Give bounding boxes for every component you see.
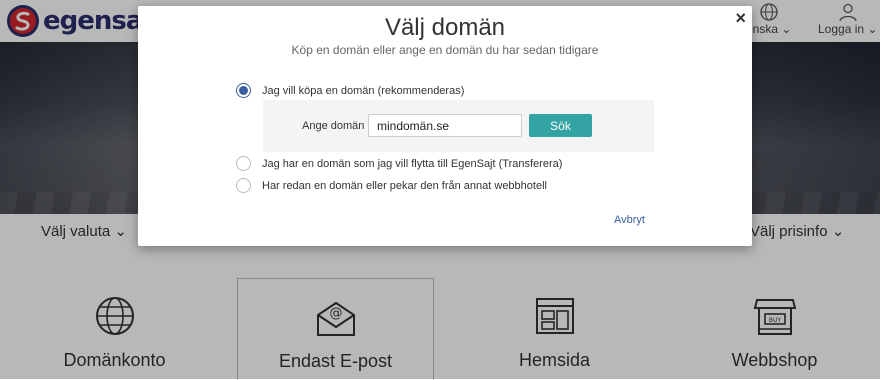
- cancel-link[interactable]: Avbryt: [614, 214, 645, 226]
- radio-existing-domain[interactable]: [236, 178, 251, 193]
- radio-transfer-domain[interactable]: [236, 156, 251, 171]
- option-buy-domain[interactable]: Jag vill köpa en domän (rekommenderas): [236, 83, 464, 98]
- option-existing-domain[interactable]: Har redan en domän eller pekar den från …: [236, 178, 547, 193]
- option-transfer-domain[interactable]: Jag har en domän som jag vill flytta til…: [236, 156, 562, 171]
- option-label: Jag har en domän som jag vill flytta til…: [262, 157, 563, 170]
- search-button[interactable]: Sök: [529, 114, 592, 137]
- option-label: Jag vill köpa en domän (rekommenderas): [262, 84, 465, 97]
- dialog-subtitle: Köp en domän eller ange en domän du har …: [291, 43, 599, 57]
- radio-buy-domain[interactable]: [236, 83, 251, 98]
- dialog-title: Välj domän: [384, 14, 506, 41]
- choose-domain-dialog: × Välj domän Köp en domän eller ange en …: [138, 6, 752, 246]
- domain-search-panel: Ange domän Sök: [263, 100, 654, 152]
- option-label: Har redan en domän eller pekar den från …: [262, 179, 547, 192]
- domain-field-label: Ange domän: [302, 120, 365, 132]
- domain-input[interactable]: [368, 114, 522, 137]
